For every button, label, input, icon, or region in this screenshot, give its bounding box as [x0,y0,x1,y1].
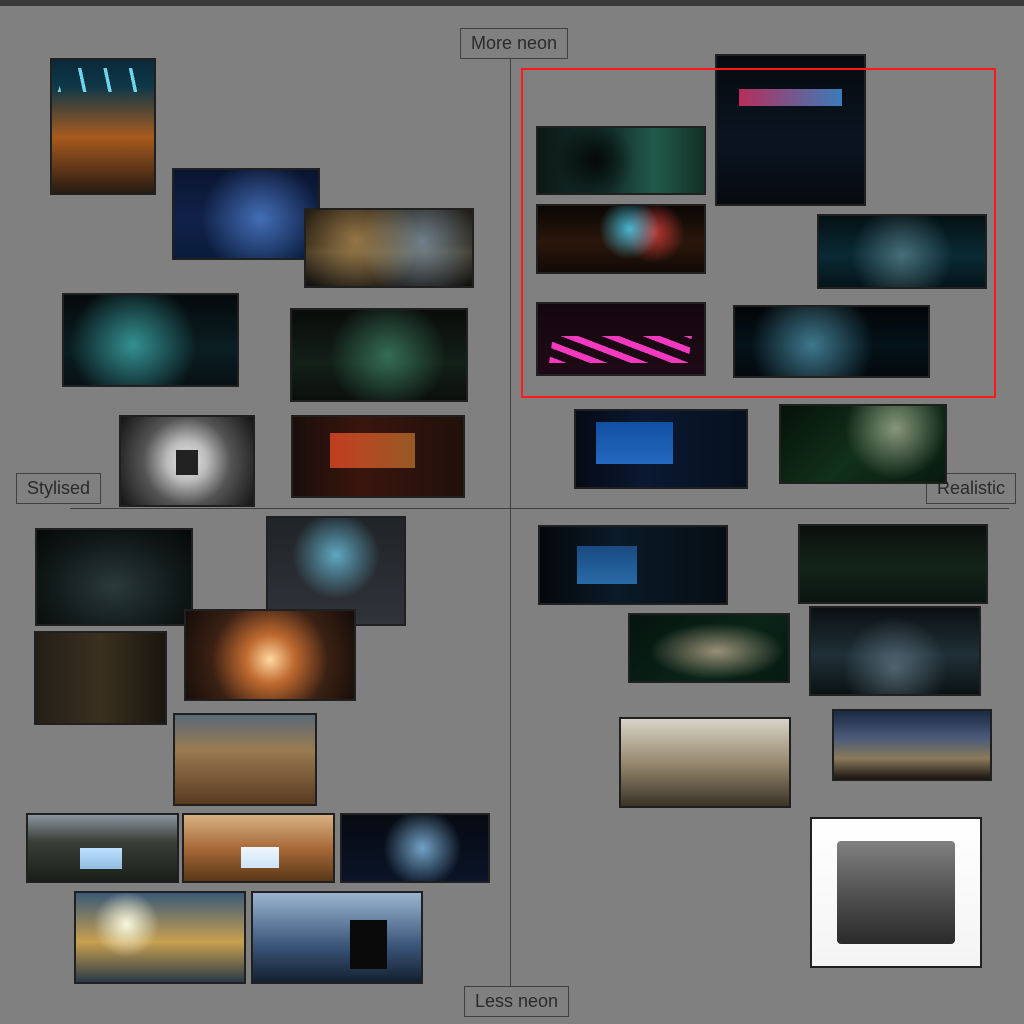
thumbnail-q1-neon-corridor[interactable] [50,58,156,195]
thumb-accent [80,848,122,869]
thumb-accent [176,450,197,475]
thumbnail-q4-upside-city[interactable] [619,717,791,808]
thumb-accent [306,210,472,286]
thumb-accent [739,89,842,107]
thumb-accent [549,336,692,363]
axis-label-left: Stylised [16,473,101,504]
thumb-accent [76,893,244,982]
thumbnail-q1-red-ui-laptop[interactable] [291,415,465,498]
thumb-accent [58,68,148,92]
thumb-accent [819,216,985,287]
thumbnail-q4-dark-road[interactable] [798,524,988,604]
thumbnail-q3-wall-figure[interactable] [34,631,167,725]
thumb-accent [64,295,237,385]
thumb-accent [596,422,673,464]
thumbnail-q3-forest-laptop[interactable] [26,813,179,883]
thumbnail-q1-wet-street[interactable] [304,208,474,288]
window-titlebar [0,0,1024,6]
thumbnail-q2-car-dashboard[interactable] [536,204,706,274]
thumbnail-q3-monolith[interactable] [251,891,423,984]
thumb-accent [811,608,979,694]
thumbnail-q3-canyon-laptop[interactable] [182,813,335,883]
thumb-accent [538,206,704,272]
axis-vertical [510,55,511,994]
thumbnail-q2-pink-neon-sign[interactable] [536,302,706,376]
thumbnail-q2-night-skyline[interactable] [733,305,930,378]
thumbnail-q4-back-monitor[interactable] [538,525,728,605]
thumbnail-q4-dusk-sky[interactable] [832,709,992,781]
axis-horizontal [70,508,1009,509]
thumb-accent [538,128,704,193]
thumbnail-q4-getac-laptop[interactable] [810,817,982,968]
thumb-accent [735,307,928,376]
thumbnail-q1-hacker-desks[interactable] [290,308,468,402]
thumbnail-q3-tunnel-sunset[interactable] [184,609,356,701]
thumb-accent [330,433,415,469]
thumbnail-q2-glass-corridor[interactable] [817,214,987,289]
thumbnail-q1-blue-city[interactable] [172,168,320,260]
thumbnail-q1-hud-city[interactable] [62,293,239,387]
thumbnail-q3-rugged-laptop-left[interactable] [35,528,193,626]
thumbnail-q3-desert-alley[interactable] [173,713,317,806]
axis-label-top: More neon [460,28,568,59]
thumbnail-q3-dark-laptop-glow[interactable] [340,813,490,883]
thumb-accent [292,310,466,400]
thumbnail-q2-silhouette-street[interactable] [536,126,706,195]
thumbnail-q2-aerial-city[interactable] [779,404,947,484]
thumb-accent [781,406,945,482]
thumb-accent [241,847,280,868]
thumb-accent [577,546,637,584]
axis-label-bottom: Less neon [464,986,569,1017]
thumbnail-q4-hand[interactable] [628,613,790,683]
thumbnail-q4-alley-figure[interactable] [809,606,981,696]
thumbnail-q3-sun-skyline[interactable] [74,891,246,984]
thumb-accent [174,170,318,258]
thumb-accent [342,815,488,881]
thumb-accent [350,920,387,969]
thumb-accent [630,615,788,681]
thumbnail-q1-device-frame[interactable] [119,415,255,507]
thumbnail-q2-blue-monitor[interactable] [574,409,748,489]
thumb-accent [837,841,955,944]
thumbnail-q2-neon-storefront[interactable] [715,54,866,206]
